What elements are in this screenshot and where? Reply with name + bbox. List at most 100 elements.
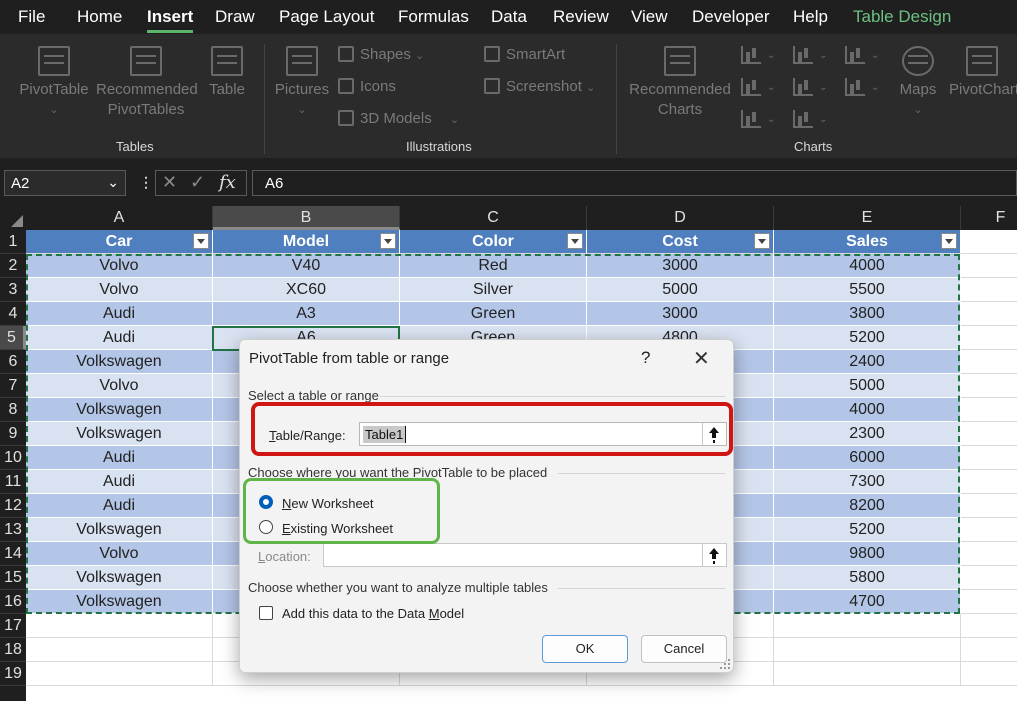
cell[interactable] (961, 662, 1017, 686)
table-cell[interactable]: 5800 (774, 566, 961, 590)
table-cell[interactable]: Audi (26, 302, 213, 326)
table-cell[interactable]: Audi (26, 470, 213, 494)
cell[interactable] (961, 614, 1017, 638)
row-header-16[interactable]: 16 (0, 590, 26, 614)
existing-worksheet-label[interactable]: Existing Worksheet (282, 521, 393, 536)
combo-chart-icon[interactable] (845, 78, 865, 96)
maps-button[interactable]: Maps ⌄ (896, 46, 940, 120)
chevron-down-icon[interactable]: ⌄ (871, 50, 879, 61)
chevron-down-icon[interactable]: ⌄ (767, 114, 775, 125)
row-header-2[interactable]: 2 (0, 254, 26, 278)
table-cell[interactable]: 5000 (587, 278, 774, 302)
chevron-down-icon[interactable]: ⌄ (819, 114, 827, 125)
collapse-dialog-icon[interactable] (702, 423, 726, 445)
cell[interactable] (961, 566, 1017, 590)
tab-draw[interactable]: Draw (215, 7, 255, 27)
table-header-cell[interactable]: Model (213, 230, 400, 254)
formula-input[interactable]: A6 (252, 170, 1017, 196)
close-icon[interactable]: ✕ (693, 346, 710, 371)
cell[interactable] (961, 470, 1017, 494)
cell[interactable] (961, 518, 1017, 542)
table-cell[interactable]: Volvo (26, 542, 213, 566)
row-header-5[interactable]: 5 (0, 326, 26, 350)
table-cell[interactable]: 4700 (774, 590, 961, 614)
table-cell[interactable]: Audi (26, 494, 213, 518)
cell[interactable] (961, 254, 1017, 278)
pie-chart-icon[interactable] (741, 110, 761, 128)
hierarchy-chart-icon[interactable] (793, 46, 813, 64)
cell[interactable] (961, 374, 1017, 398)
column-chart-icon[interactable] (741, 46, 761, 64)
table-cell[interactable]: Audi (26, 326, 213, 350)
cell[interactable] (961, 398, 1017, 422)
resize-grip-icon[interactable] (720, 659, 730, 669)
chevron-down-icon[interactable]: ⌄ (871, 82, 879, 93)
row-header-9[interactable]: 9 (0, 422, 26, 446)
tab-review[interactable]: Review (553, 7, 609, 27)
cell[interactable] (961, 350, 1017, 374)
table-cell[interactable]: 6000 (774, 446, 961, 470)
chevron-down-icon[interactable]: ⌄ (107, 174, 119, 191)
new-worksheet-label[interactable]: New Worksheet (282, 496, 374, 511)
collapse-dialog-icon[interactable] (702, 544, 726, 566)
pictures-button[interactable]: Pictures ⌄ (274, 46, 330, 120)
row-header-18[interactable]: 18 (0, 638, 26, 662)
tab-home[interactable]: Home (77, 7, 122, 27)
recommended-charts-button[interactable]: Recommended Charts (628, 46, 732, 120)
row-header-1[interactable]: 1 (0, 230, 26, 254)
table-cell[interactable]: 3000 (587, 254, 774, 278)
cell[interactable] (961, 542, 1017, 566)
row-header-11[interactable]: 11 (0, 470, 26, 494)
help-icon[interactable]: ? (641, 348, 650, 368)
table-cell[interactable]: Silver (400, 278, 587, 302)
table-cell[interactable]: 5200 (774, 326, 961, 350)
table-cell[interactable]: 5000 (774, 374, 961, 398)
filter-dropdown-icon[interactable] (567, 233, 583, 249)
tab-data[interactable]: Data (491, 7, 527, 27)
new-worksheet-radio[interactable] (259, 495, 273, 509)
table-header-cell[interactable]: Color (400, 230, 587, 254)
tab-insert[interactable]: Insert (147, 7, 194, 33)
filter-dropdown-icon[interactable] (754, 233, 770, 249)
row-header-13[interactable]: 13 (0, 518, 26, 542)
cell[interactable] (774, 614, 961, 638)
statistic-chart-icon[interactable] (793, 78, 813, 96)
ok-button[interactable]: OK (542, 635, 628, 663)
table-cell[interactable]: Volvo (26, 254, 213, 278)
select-all-icon[interactable] (0, 206, 26, 230)
column-header-e[interactable]: E (774, 206, 961, 230)
cell[interactable] (961, 326, 1017, 350)
location-input[interactable] (323, 543, 727, 567)
table-cell[interactable]: 7300 (774, 470, 961, 494)
tab-view[interactable]: View (631, 7, 668, 27)
table-cell[interactable]: 2400 (774, 350, 961, 374)
table-cell[interactable]: 3000 (587, 302, 774, 326)
table-cell[interactable]: Audi (26, 446, 213, 470)
table-cell[interactable]: 2300 (774, 422, 961, 446)
cell[interactable] (774, 638, 961, 662)
name-box[interactable]: A2 ⌄ (4, 170, 126, 196)
table-cell[interactable]: Volkswagen (26, 350, 213, 374)
table-cell[interactable]: 3800 (774, 302, 961, 326)
row-header-17[interactable]: 17 (0, 614, 26, 638)
3d-models-button[interactable]: 3D Models ⌄ (338, 110, 459, 127)
add-data-model-label[interactable]: Add this data to the Data Model (282, 606, 464, 621)
table-header-cell[interactable]: Sales (774, 230, 961, 254)
cell[interactable] (26, 638, 213, 662)
chevron-down-icon[interactable]: ⌄ (819, 82, 827, 93)
row-header-19[interactable]: 19 (0, 662, 26, 686)
cell[interactable] (961, 446, 1017, 470)
tab-page-layout[interactable]: Page Layout (279, 7, 374, 27)
tab-developer[interactable]: Developer (692, 7, 770, 27)
table-cell[interactable]: 8200 (774, 494, 961, 518)
cell[interactable] (961, 494, 1017, 518)
row-header-4[interactable]: 4 (0, 302, 26, 326)
shapes-button[interactable]: Shapes ⌄ (338, 46, 424, 63)
row-header-6[interactable]: 6 (0, 350, 26, 374)
table-cell[interactable]: Volkswagen (26, 518, 213, 542)
pivottable-button[interactable]: PivotTable ⌄ (16, 46, 92, 120)
table-cell[interactable]: Green (400, 302, 587, 326)
cell[interactable] (961, 638, 1017, 662)
tab-file[interactable]: File (18, 7, 45, 27)
more-options-icon[interactable]: ⋮ (139, 174, 153, 191)
